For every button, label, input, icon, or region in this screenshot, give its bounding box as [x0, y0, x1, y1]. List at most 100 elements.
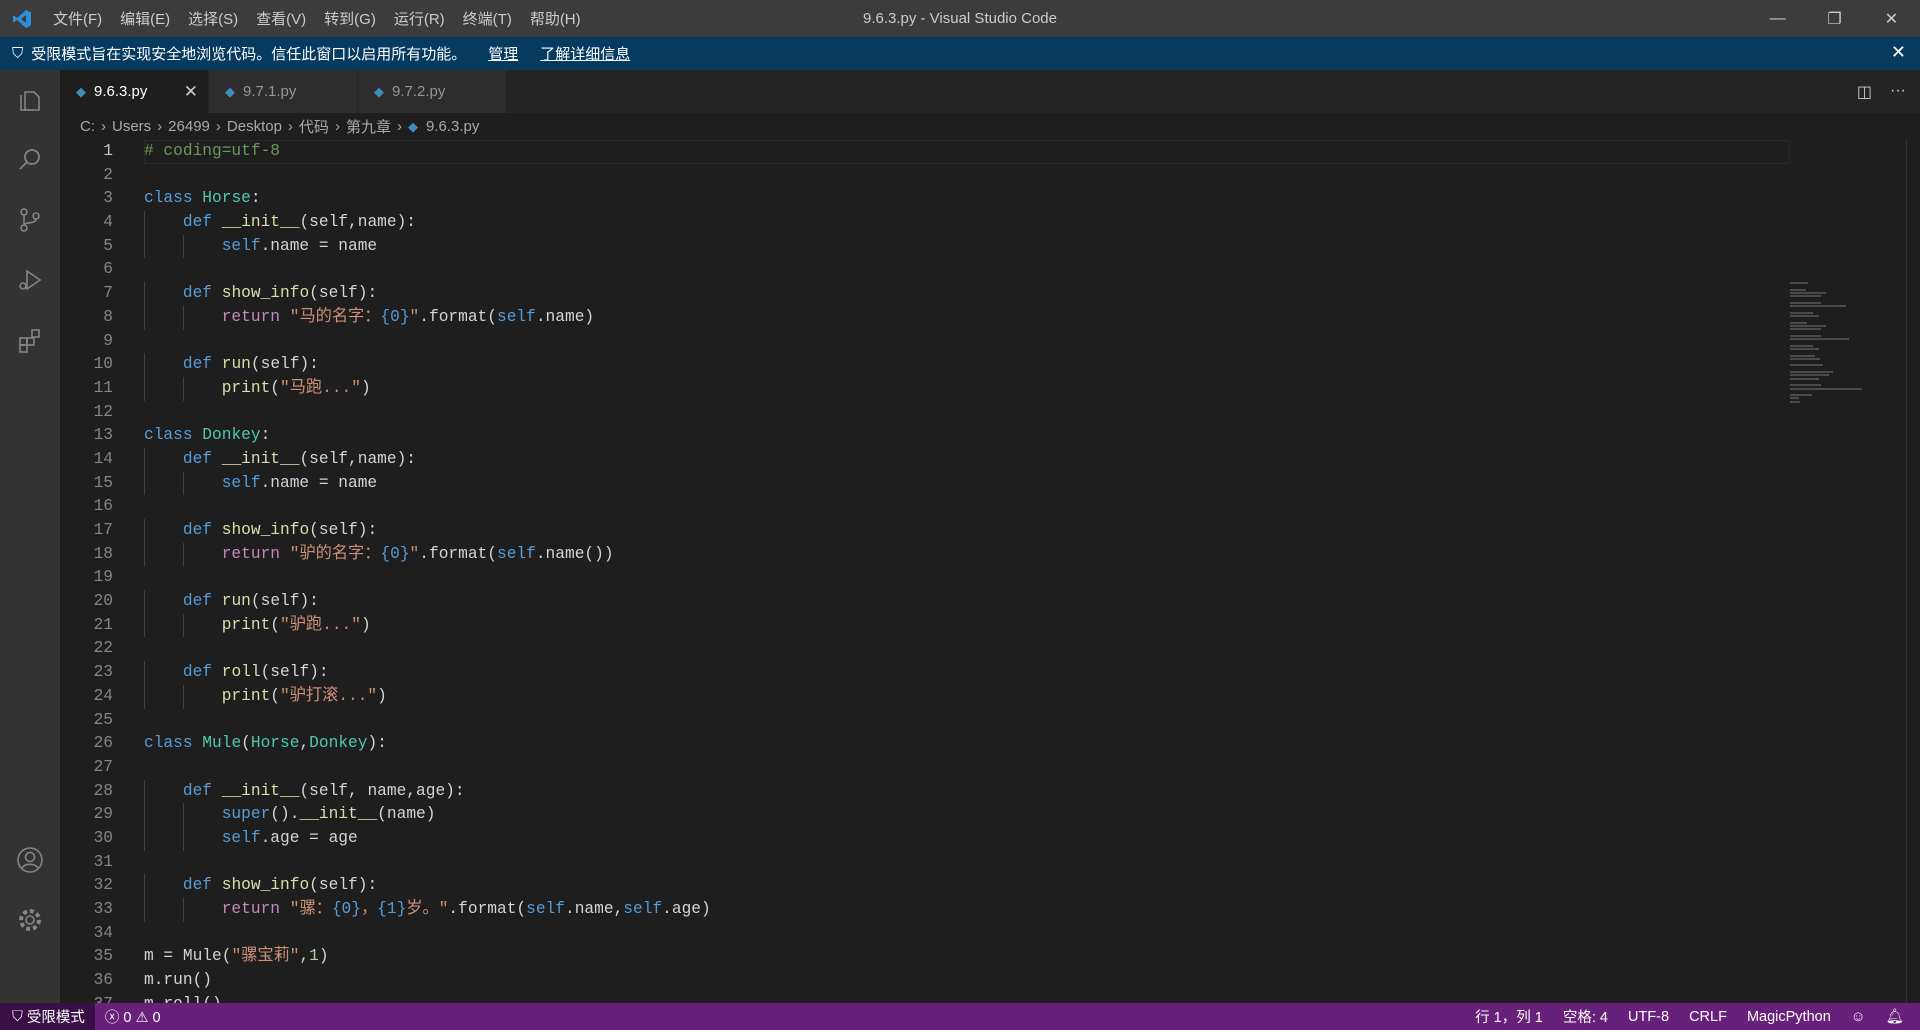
- code-token: {1}: [377, 900, 407, 918]
- breadcrumb-item[interactable]: C:: [80, 118, 95, 135]
- line-content: def run(self):: [144, 353, 319, 377]
- breadcrumb-item[interactable]: 代码: [299, 116, 329, 137]
- menu-item[interactable]: 编辑(E): [111, 11, 179, 28]
- menu-item[interactable]: 帮助(H): [521, 11, 590, 28]
- feedback-icon[interactable]: ☺: [1841, 1009, 1876, 1025]
- code-token: print: [221, 615, 271, 634]
- code-line: 33 return "骡：{0}，{1}岁。".format(self.name…: [60, 898, 1920, 922]
- line-content: m = Mule("骡宝莉",1): [144, 945, 329, 969]
- search-icon[interactable]: [0, 130, 60, 190]
- indentation[interactable]: 空格: 4: [1553, 1006, 1618, 1027]
- run-debug-icon[interactable]: [0, 250, 60, 310]
- encoding[interactable]: UTF-8: [1618, 1009, 1679, 1025]
- breadcrumb-item[interactable]: 9.6.3.py: [426, 118, 479, 135]
- settings-gear-icon[interactable]: [0, 890, 60, 950]
- code-token: self: [496, 307, 536, 326]
- indent-guide: [182, 234, 184, 259]
- code-editor[interactable]: 1 # coding=utf-8 2 3 class Horse: 4 def __ini…: [60, 140, 1920, 1003]
- code-token: ): [360, 615, 371, 634]
- code-token: m.roll(): [144, 995, 222, 1003]
- indent-guide: [144, 803, 145, 827]
- code-line: 25: [60, 709, 1920, 733]
- menu-item[interactable]: 转到(G): [315, 11, 385, 28]
- code-token: __init__: [221, 213, 300, 232]
- python-file-icon: ◆: [225, 83, 235, 99]
- tab-9.6.3.py[interactable]: ◆ 9.6.3.py ✕: [60, 70, 209, 113]
- tab-9.7.2.py[interactable]: ◆ 9.7.2.py: [358, 70, 507, 113]
- vertical-scrollbar[interactable]: [1906, 140, 1920, 1003]
- code-token: .name): [535, 307, 595, 326]
- tab-9.7.1.py[interactable]: ◆ 9.7.1.py: [209, 70, 358, 113]
- code-line: 16: [60, 495, 1920, 519]
- problems-status[interactable]: ⓧ 0 ⚠ 0: [95, 1006, 171, 1027]
- code-token: ": [409, 544, 420, 563]
- code-token: (self,name):: [299, 213, 417, 232]
- line-content: def __init__(self,name):: [144, 211, 416, 235]
- line-content: m.run(): [144, 969, 212, 993]
- code-token: Horse: [250, 734, 300, 753]
- warning-count: 0: [152, 1010, 161, 1026]
- language-mode[interactable]: MagicPython: [1737, 1009, 1841, 1025]
- code-line: 18 return "驴的名字：{0}".format(self.name()): [60, 542, 1920, 567]
- code-token: def: [182, 355, 213, 374]
- code-token: .age = age: [260, 828, 358, 847]
- title-bar: 文件(F) 编辑(E) 选择(S) 查看(V) 转到(G) 运行(R) 终端(T) 帮助(H)…: [0, 0, 1920, 37]
- close-banner-icon[interactable]: ✕: [1891, 42, 1906, 63]
- account-icon[interactable]: [0, 830, 60, 890]
- chevron-right-icon: ›: [215, 118, 221, 135]
- restore-icon[interactable]: ❐: [1806, 0, 1863, 37]
- code-token: ): [318, 947, 329, 966]
- indent-guide: [144, 447, 145, 472]
- menu-item[interactable]: 文件(F): [44, 11, 111, 28]
- menu-item[interactable]: 运行(R): [385, 11, 454, 28]
- breadcrumb-item[interactable]: 26499: [168, 118, 210, 135]
- breadcrumb-item[interactable]: Desktop: [227, 118, 282, 135]
- explorer-icon[interactable]: [0, 70, 60, 130]
- line-number: 12: [93, 402, 113, 421]
- restricted-mode-status[interactable]: ⛉ 受限模式: [0, 1003, 95, 1030]
- code-token: def: [182, 521, 213, 539]
- code-line: 27: [60, 756, 1920, 780]
- learn-more-link[interactable]: 了解详细信息: [540, 43, 630, 64]
- more-actions-icon[interactable]: ···: [1890, 82, 1906, 102]
- menu-item[interactable]: 终端(T): [454, 11, 521, 28]
- minimize-icon[interactable]: —: [1749, 0, 1806, 37]
- tab-label: 9.7.2.py: [392, 83, 446, 100]
- close-tab-icon[interactable]: ✕: [184, 82, 198, 102]
- minimap[interactable]: [1790, 282, 1862, 403]
- shield-icon: ⛉: [12, 45, 24, 62]
- code-token: show_info: [221, 284, 310, 303]
- code-line: 12: [60, 401, 1920, 425]
- close-window-icon[interactable]: ✕: [1863, 0, 1920, 37]
- extensions-icon[interactable]: [0, 310, 60, 370]
- menu-item[interactable]: 查看(V): [247, 11, 315, 28]
- code-line: 31: [60, 851, 1920, 875]
- code-token: (name): [377, 805, 436, 824]
- tab-label: 9.6.3.py: [94, 83, 148, 100]
- code-token: def: [182, 781, 213, 800]
- manage-link[interactable]: 管理: [488, 43, 518, 64]
- line-number: 4: [103, 213, 113, 232]
- shield-icon: ⛉: [12, 1008, 23, 1025]
- code-token: def: [182, 284, 213, 303]
- code-line: 30 self.age = age: [60, 826, 1920, 851]
- line-content: print("驴打滚..."): [144, 684, 387, 709]
- cursor-position[interactable]: 行 1，列 1: [1465, 1006, 1553, 1027]
- chevron-right-icon: ›: [101, 118, 106, 135]
- line-content: self.name = name: [144, 234, 377, 259]
- code-token: (: [241, 734, 251, 753]
- split-editor-icon[interactable]: ◫: [1857, 82, 1872, 102]
- menu-item[interactable]: 选择(S): [179, 11, 247, 28]
- indent-guide: [144, 234, 145, 259]
- breadcrumb-item[interactable]: 第九章: [346, 116, 391, 137]
- breadcrumb-item[interactable]: Users: [112, 118, 151, 135]
- notifications-bell-icon[interactable]: 🔔︎: [1876, 1008, 1914, 1025]
- line-ending[interactable]: CRLF: [1679, 1009, 1737, 1025]
- line-number: 35: [93, 947, 113, 966]
- code-token: ,: [299, 947, 310, 966]
- source-control-icon[interactable]: [0, 190, 60, 250]
- code-token: :: [260, 426, 271, 445]
